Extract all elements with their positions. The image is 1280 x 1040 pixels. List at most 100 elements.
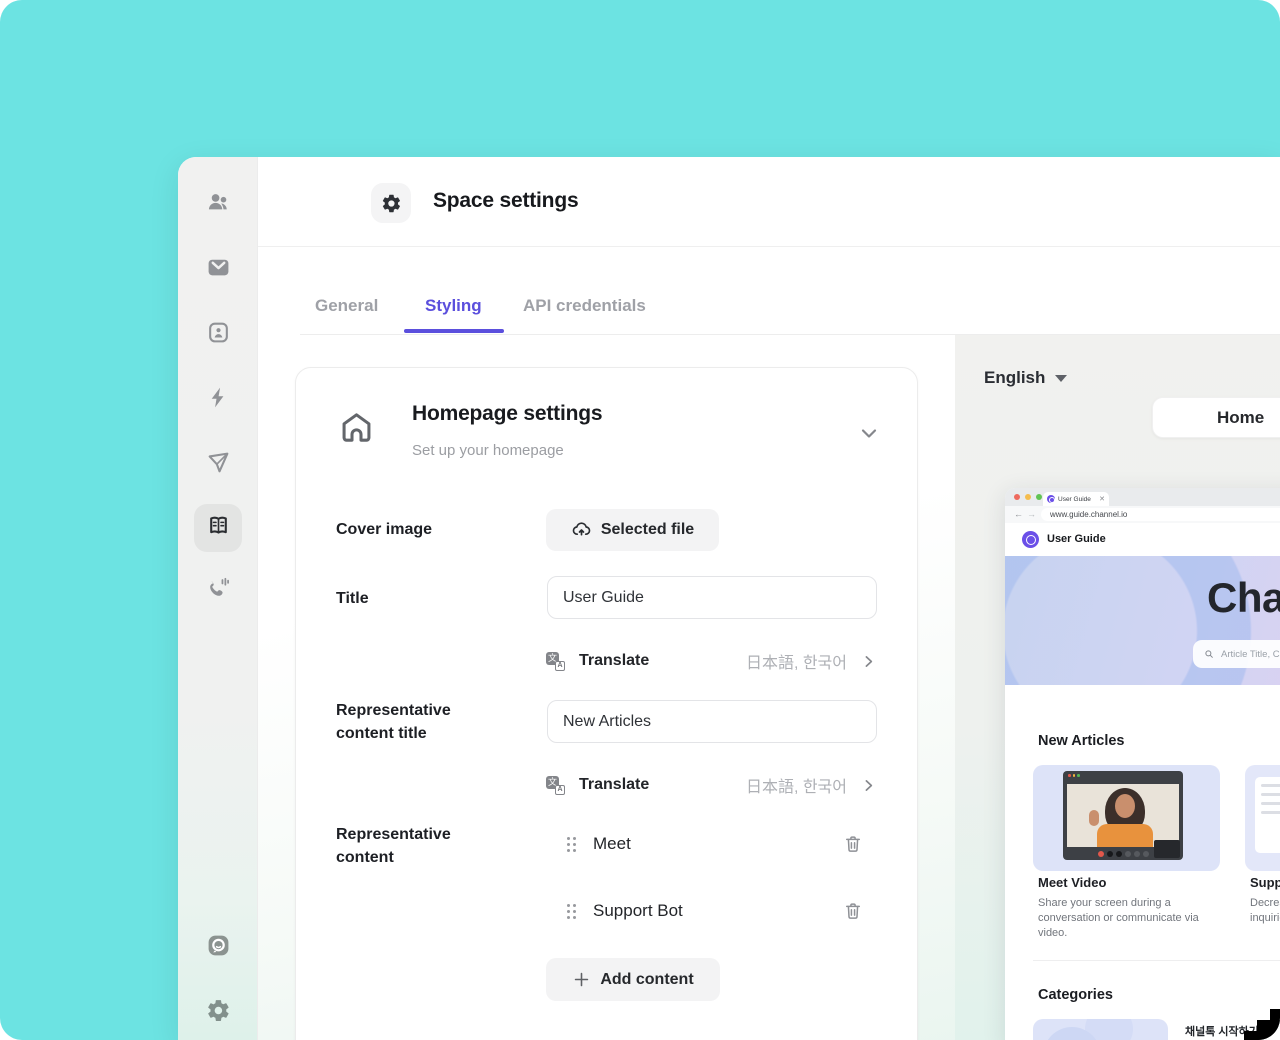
site-logo-icon xyxy=(1022,531,1039,548)
sidebar-item-settings[interactable] xyxy=(194,989,242,1037)
cover-image-label: Cover image xyxy=(336,521,433,538)
browser-tab-title: User Guide xyxy=(1058,495,1091,503)
add-content-button[interactable]: Add content xyxy=(546,958,720,1001)
sidebar-item-automation[interactable] xyxy=(194,376,242,424)
trash-icon[interactable] xyxy=(843,901,863,921)
hero-search-box: Article Title, Content xyxy=(1193,640,1280,668)
rep-content-label: Representative content xyxy=(336,826,451,866)
search-icon xyxy=(1204,649,1214,659)
hero-banner: Cha Article Title, Content xyxy=(1005,556,1280,685)
browser-preview: User Guide ✕ ← → www.guide.channel.io Us… xyxy=(1005,488,1280,1040)
home-icon xyxy=(338,408,375,452)
corner-cursor-artifact xyxy=(1270,1009,1280,1040)
sidebar-item-channel[interactable] xyxy=(194,924,242,972)
browser-toolbar: ← → www.guide.channel.io xyxy=(1005,506,1280,523)
article-description: Decrease inquiries xyxy=(1250,897,1280,924)
inbox-icon xyxy=(206,255,231,285)
selected-file-label: Selected file xyxy=(600,521,695,538)
preview-language-select[interactable]: English xyxy=(984,368,1068,388)
language-label: English xyxy=(984,368,1046,387)
browser-tab: User Guide ✕ xyxy=(1043,492,1109,506)
space-settings-icon xyxy=(371,183,411,223)
drag-handle-icon[interactable] xyxy=(567,903,576,919)
content-item-label: Meet xyxy=(593,834,631,853)
plus-icon xyxy=(572,970,591,989)
new-articles-heading: New Articles xyxy=(1038,733,1125,749)
video-call-thumbnail xyxy=(1063,771,1183,860)
content-item-label: Support Bot xyxy=(593,901,683,920)
lightning-icon xyxy=(206,385,231,415)
title-label: Title xyxy=(336,590,369,607)
add-content-label: Add content xyxy=(600,970,694,988)
page-title: Space settings xyxy=(433,189,579,212)
home-tab-label: Home xyxy=(1217,408,1265,427)
article-title: Support Bot xyxy=(1250,875,1280,890)
translate-icon: 文 A xyxy=(546,651,565,671)
article-card-meet-video xyxy=(1033,765,1220,871)
card-subtitle: Set up your homepage xyxy=(412,442,564,459)
app-window: Space settings General Styling API crede… xyxy=(178,157,1280,1040)
translate-label: Translate xyxy=(579,776,650,793)
tab-api-credentials[interactable]: API credentials xyxy=(523,296,646,316)
hero-heading: Cha xyxy=(1207,574,1280,621)
search-placeholder: Article Title, Content xyxy=(1221,648,1280,660)
traffic-lights-icon xyxy=(1014,494,1042,500)
desktop-background: Space settings General Styling API crede… xyxy=(0,0,1280,1040)
category-card xyxy=(1033,1019,1168,1040)
article-description: Share your screen during a conversation … xyxy=(1038,897,1199,939)
translate-icon: 文 A xyxy=(546,775,565,795)
caret-down-icon xyxy=(1055,374,1068,382)
cloud-upload-icon xyxy=(571,520,592,541)
contact-card-icon xyxy=(206,320,231,350)
translate-languages: 日本語, 한국어 xyxy=(745,655,847,672)
selected-file-button[interactable]: Selected file xyxy=(546,509,719,551)
sidebar-item-calls[interactable] xyxy=(194,567,242,615)
back-arrow-icon: ← xyxy=(1014,509,1023,519)
homepage-settings-card: Homepage settings Set up your homepage C… xyxy=(295,367,918,1040)
gear-icon xyxy=(206,998,231,1028)
sidebar-item-contacts[interactable] xyxy=(194,311,242,359)
trash-icon[interactable] xyxy=(843,834,863,854)
sidebar-item-guide[interactable] xyxy=(194,504,242,552)
sidebar-item-inbox[interactable] xyxy=(194,246,242,294)
active-tab-underline xyxy=(404,329,504,333)
title-input[interactable] xyxy=(547,576,877,619)
sidebar-item-campaigns[interactable] xyxy=(194,441,242,489)
site-header: User Guide xyxy=(1005,523,1280,556)
categories-heading: Categories xyxy=(1038,987,1113,1003)
drag-handle-icon[interactable] xyxy=(567,836,576,852)
preview-page-body: New Articles Meet Video Share your scree… xyxy=(1005,685,1280,1040)
rep-content-title-label: Representative content title xyxy=(336,702,451,742)
browser-tabstrip: User Guide ✕ xyxy=(1005,488,1280,506)
translate-languages: 日本語, 한국어 xyxy=(745,779,847,796)
translate-row-title[interactable]: 文 A Translate 日本語, 한국어 xyxy=(546,649,877,673)
phone-waves-icon xyxy=(206,576,231,606)
content-item-support-bot: Support Bot xyxy=(546,889,877,933)
translate-label: Translate xyxy=(579,652,650,669)
channel-logo-icon xyxy=(206,933,231,963)
sidebar xyxy=(178,157,258,1040)
tabs-divider xyxy=(300,334,1280,335)
support-bot-thumbnail xyxy=(1255,777,1280,853)
tab-styling[interactable]: Styling xyxy=(425,296,482,316)
favicon-channel-icon xyxy=(1047,495,1055,503)
translate-row-rep-title[interactable]: 文 A Translate 日本語, 한국어 xyxy=(546,773,877,797)
people-icon xyxy=(206,190,231,220)
tab-close-icon: ✕ xyxy=(1099,495,1105,503)
article-card-support-bot xyxy=(1245,765,1280,871)
open-book-icon xyxy=(206,513,231,543)
section-divider xyxy=(1033,960,1280,961)
url-bar: www.guide.channel.io xyxy=(1041,508,1280,521)
chevron-right-icon xyxy=(860,777,877,794)
page-header: Space settings xyxy=(258,157,1280,247)
article-title: Meet Video xyxy=(1038,875,1107,890)
rep-content-title-input[interactable] xyxy=(547,700,877,743)
card-title: Homepage settings xyxy=(412,402,603,425)
tab-general[interactable]: General xyxy=(315,296,378,316)
content-item-meet: Meet xyxy=(546,822,877,866)
sidebar-item-customers[interactable] xyxy=(194,181,242,229)
paper-plane-icon xyxy=(206,450,231,480)
forward-arrow-icon: → xyxy=(1027,509,1036,519)
collapse-chevron-icon[interactable] xyxy=(857,421,881,450)
preview-home-tab[interactable]: Home xyxy=(1152,397,1280,438)
